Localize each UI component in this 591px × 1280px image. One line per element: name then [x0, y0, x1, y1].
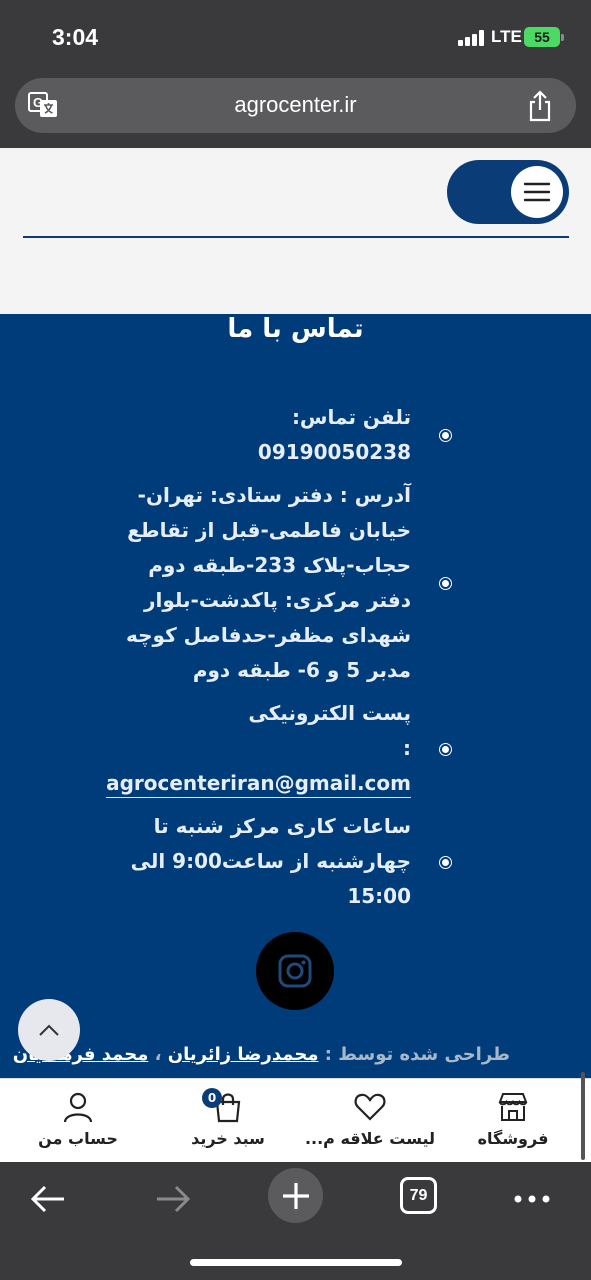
bullet-icon	[440, 578, 451, 589]
contact-email: پست الکترونیکی : agrocenteriran@gmail.co…	[95, 696, 451, 801]
header-divider	[23, 236, 569, 238]
tab-switcher-button[interactable]: 79	[400, 1177, 437, 1214]
nav-wishlist-label: لیست علاقه م...	[304, 1129, 436, 1148]
battery-level: 55	[534, 29, 550, 45]
nav-wishlist[interactable]: لیست علاقه م...	[300, 1079, 440, 1163]
bullet-icon	[440, 430, 451, 441]
more-button[interactable]	[507, 1174, 557, 1224]
home-indicator[interactable]	[190, 1259, 402, 1266]
hours-line: ساعات کاری مرکز شنبه تا	[153, 814, 411, 838]
email-colon: :	[403, 736, 411, 760]
nav-account[interactable]: حساب من	[8, 1079, 148, 1163]
address-line: دفتر مرکزی: پاکدشت-بلوار	[143, 588, 411, 612]
bullet-icon	[440, 856, 451, 868]
page-scrollbar[interactable]	[581, 1072, 585, 1160]
address-line: شهدای مظفر-حدفاصل کوچه	[126, 623, 411, 647]
phone-label: تلفن تماس:	[291, 405, 411, 429]
phone-number[interactable]: 09190050238	[95, 435, 411, 470]
address-bar[interactable]: G agrocenter.ir	[15, 78, 576, 133]
credit-prefix: طراحی شده توسط :	[324, 1044, 510, 1065]
designer-credit: طراحی شده توسط : محمدرضا زائریان ، محمد …	[0, 1044, 510, 1065]
forward-button[interactable]	[148, 1174, 198, 1224]
instagram-icon[interactable]	[256, 932, 334, 1010]
heart-icon	[354, 1093, 386, 1121]
store-icon	[498, 1093, 528, 1121]
network-type: LTE	[491, 27, 522, 46]
hours-line: چهارشنبه از ساعت9:00 الی	[130, 849, 411, 873]
user-icon	[63, 1092, 93, 1123]
arrow-right-icon	[157, 1185, 191, 1213]
email-link[interactable]: agrocenteriran@gmail.com	[106, 769, 411, 798]
contact-list: تلفن تماس: 09190050238 آدرس : دفتر ستادی…	[95, 400, 451, 922]
hamburger-icon[interactable]	[511, 166, 563, 218]
contact-phone: تلفن تماس: 09190050238	[95, 400, 451, 470]
plus-icon	[282, 1182, 309, 1209]
new-tab-button[interactable]	[268, 1168, 323, 1223]
nav-shop-label: فروشگاه	[477, 1129, 549, 1148]
menu-toggle-button[interactable]	[447, 160, 569, 224]
status-time: 3:04	[52, 24, 99, 50]
address-line: حجاب-پلاک 233-طبقه دوم	[148, 553, 411, 577]
nav-cart[interactable]: سبد خرید	[158, 1079, 298, 1163]
chevron-up-icon	[39, 1024, 59, 1036]
address-line: خیابان فاطمی-قبل از تقاطع	[127, 518, 411, 542]
contact-title: تماس با ما	[227, 314, 364, 344]
cart-count-badge: 0	[202, 1088, 222, 1108]
back-button[interactable]	[23, 1174, 73, 1224]
credit-link-1[interactable]: محمدرضا زائریان	[168, 1044, 319, 1065]
site-footer: تماس با ما تلفن تماس: 09190050238 آدرس :…	[0, 314, 591, 1078]
arrow-left-icon	[30, 1185, 64, 1213]
credit-separator: ،	[148, 1044, 168, 1065]
signal-icon	[458, 30, 484, 46]
scroll-top-button[interactable]	[18, 999, 80, 1061]
battery-icon: 55	[524, 27, 564, 47]
ellipsis-icon	[514, 1195, 550, 1203]
site-header	[0, 148, 591, 314]
address-line: مدبر 5 و 6- طبقه دوم	[192, 658, 411, 682]
contact-address: آدرس : دفتر ستادی: تهران- خیابان فاطمی-ق…	[95, 478, 451, 688]
share-icon[interactable]	[525, 90, 555, 122]
nav-account-label: حساب من	[38, 1129, 118, 1148]
email-label: پست الکترونیکی	[248, 701, 411, 725]
hours-line: 15:00	[347, 884, 411, 908]
contact-hours: ساعات کاری مرکز شنبه تا چهارشنبه از ساعت…	[95, 809, 451, 914]
url-text[interactable]: agrocenter.ir	[15, 92, 576, 118]
site-bottom-nav: فروشگاه لیست علاقه م... سبد خرید 0 حساب …	[0, 1078, 591, 1162]
address-line: آدرس : دفتر ستادی: تهران-	[137, 483, 411, 507]
web-page: تماس با ما تلفن تماس: 09190050238 آدرس :…	[0, 148, 591, 1078]
status-bar: 3:04 LTE 55	[0, 0, 591, 72]
nav-cart-label: سبد خرید	[191, 1129, 265, 1148]
nav-shop[interactable]: فروشگاه	[443, 1079, 583, 1163]
bullet-icon	[440, 743, 451, 755]
